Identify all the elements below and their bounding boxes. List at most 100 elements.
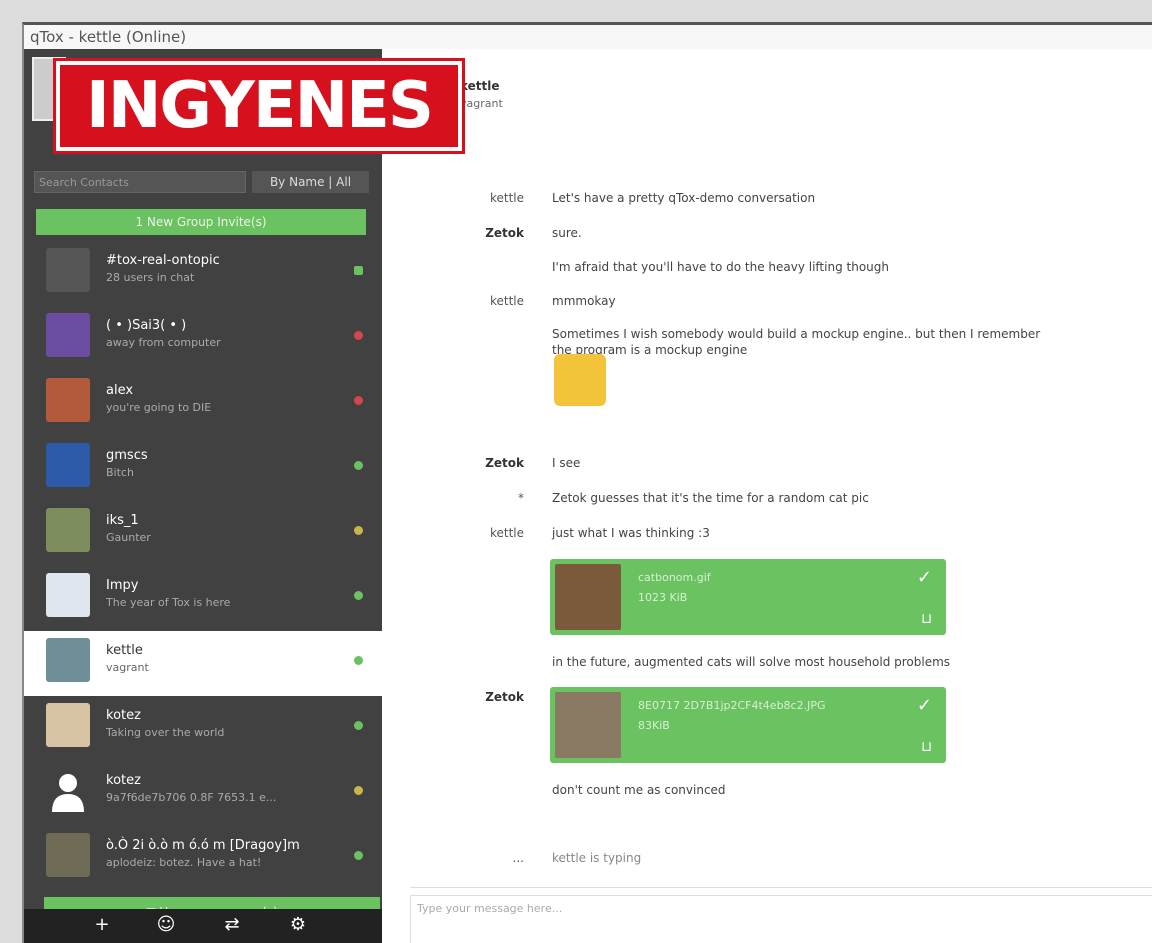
friend-name: kettle — [106, 643, 143, 658]
message-text: in the future, augmented cats will solve… — [552, 655, 951, 669]
friend-status: 28 users in chat — [106, 271, 195, 284]
friend-item[interactable]: Impy The year of Tox is here — [24, 566, 382, 631]
open-folder-icon[interactable]: ⊔ — [921, 739, 932, 755]
main-window: qTox - kettle (Online) Search Contacts B… — [22, 22, 1152, 943]
avatar — [46, 638, 90, 682]
file-transfer[interactable]: catbonom.gif 1023 KiB ✓ ⊔ — [550, 559, 946, 635]
friend-name: kotez — [106, 773, 141, 788]
friend-list: #tox-real-ontopic 28 users in chat ( • )… — [24, 241, 382, 891]
file-size: 83KiB — [638, 719, 670, 732]
file-name: 8E0717 2D7B1jp2CF4t4eb8c2.JPG — [638, 699, 826, 712]
friend-item[interactable]: kotez 9a7f6de7b706 0.8F 7653.1 e... — [24, 761, 382, 826]
friend-item[interactable]: ( • )Sai3( • ) away from computer — [24, 306, 382, 371]
message-author: kettle — [489, 294, 524, 308]
friend-item[interactable]: alex you're going to DIE — [24, 371, 382, 436]
message-text: Zetok guesses that it's the time for a r… — [552, 491, 869, 505]
status-dot-icon — [354, 266, 363, 275]
friend-item[interactable]: #tox-real-ontopic 28 users in chat — [24, 241, 382, 306]
friend-name: Impy — [106, 578, 139, 593]
avatar — [46, 313, 90, 357]
friend-name: ò.Ò 2i ò.ò m ó.ó m [Dragoy]m — [106, 838, 300, 853]
message-text: Sometimes I wish somebody would build a … — [552, 327, 1041, 341]
search-input[interactable]: Search Contacts — [34, 171, 246, 193]
friend-name: kotez — [106, 708, 141, 723]
message-author: kettle — [489, 526, 524, 540]
settings-icon[interactable]: ⚙ — [286, 914, 310, 935]
message-text: just what I was thinking :3 — [552, 526, 710, 540]
friend-item-selected[interactable]: kettle vagrant — [24, 631, 382, 696]
file-size: 1023 KiB — [638, 591, 688, 604]
message-text: I see — [552, 456, 581, 470]
status-dot-icon — [354, 591, 363, 600]
status-dot-icon — [354, 396, 363, 405]
message-author: * — [518, 491, 524, 505]
friend-name: alex — [106, 383, 134, 398]
message-text: don't count me as convinced — [552, 783, 726, 797]
friend-name: #tox-real-ontopic — [106, 253, 220, 268]
friend-item[interactable]: ò.Ò 2i ò.ò m ó.ó m [Dragoy]m aplodeiz: b… — [24, 826, 382, 891]
typing-notification: kettle is typing — [552, 851, 642, 865]
status-dot-icon — [354, 656, 363, 665]
sidebar-bottom-bar: + ☺ ⇄ ⚙ — [24, 909, 382, 943]
file-transfer[interactable]: 8E0717 2D7B1jp2CF4t4eb8c2.JPG 83KiB ✓ ⊔ — [550, 687, 946, 763]
sidebar: Search Contacts By Name | All 1 New Grou… — [24, 49, 382, 943]
friend-item[interactable]: kotez Taking over the world — [24, 696, 382, 761]
message-author: kettle — [489, 191, 524, 205]
message-text: mmmokay — [552, 294, 616, 308]
status-dot-icon — [354, 526, 363, 535]
friend-status: 9a7f6de7b706 0.8F 7653.1 e... — [106, 791, 277, 804]
avatar — [46, 703, 90, 747]
friend-status: aplodeiz: botez. Have a hat! — [106, 856, 262, 869]
file-thumbnail — [555, 564, 621, 630]
friend-status: you're going to DIE — [106, 401, 212, 414]
avatar — [46, 508, 90, 552]
avatar — [46, 833, 90, 877]
chat-contact-name: kettle — [460, 79, 500, 93]
friend-item[interactable]: iks_1 Gaunter — [24, 501, 382, 566]
check-icon: ✓ — [916, 567, 932, 588]
open-folder-icon[interactable]: ⊔ — [921, 611, 932, 627]
message-author: Zetok — [485, 456, 524, 470]
message-author: Zetok — [485, 226, 524, 240]
sort-filter-button[interactable]: By Name | All — [252, 171, 369, 193]
avatar — [46, 443, 90, 487]
default-avatar-icon — [46, 768, 90, 812]
scream-emoji-icon — [554, 354, 606, 406]
add-icon[interactable]: + — [90, 914, 114, 935]
status-dot-icon — [354, 851, 363, 860]
input-divider — [410, 887, 1152, 888]
typing-indicator-icon: ... — [512, 851, 524, 865]
status-dot-icon — [354, 721, 363, 730]
avatar — [46, 573, 90, 617]
file-name: catbonom.gif — [638, 571, 711, 584]
friend-status: Taking over the world — [106, 726, 225, 739]
window-title: qTox - kettle (Online) — [24, 25, 1152, 49]
friend-status: The year of Tox is here — [106, 596, 231, 609]
status-dot-icon — [354, 786, 363, 795]
friend-status: Bitch — [106, 466, 134, 479]
ingyenes-banner: INGYENES — [53, 58, 465, 154]
chat-contact-status: vagrant — [460, 97, 503, 110]
message-text: I'm afraid that you'll have to do the he… — [552, 260, 889, 274]
friend-status: vagrant — [106, 661, 149, 674]
search-row: Search Contacts By Name | All — [34, 171, 369, 193]
message-author: Zetok — [485, 690, 524, 704]
friend-name: iks_1 — [106, 513, 139, 528]
friend-name: gmscs — [106, 448, 148, 463]
group-avatar — [46, 248, 90, 292]
message-input[interactable]: Type your message here... — [410, 895, 1152, 943]
avatar — [46, 378, 90, 422]
group-icon[interactable]: ☺ — [154, 914, 178, 935]
new-group-invite-button[interactable]: 1 New Group Invite(s) — [36, 209, 366, 235]
transfer-icon[interactable]: ⇄ — [220, 914, 244, 935]
message-text: sure. — [552, 226, 582, 240]
friend-status: away from computer — [106, 336, 221, 349]
status-dot-icon — [354, 331, 363, 340]
check-icon: ✓ — [916, 695, 932, 716]
friend-status: Gaunter — [106, 531, 151, 544]
friend-item[interactable]: gmscs Bitch — [24, 436, 382, 501]
friend-name: ( • )Sai3( • ) — [106, 318, 187, 333]
message-text: Let's have a pretty qTox-demo conversati… — [552, 191, 816, 205]
file-thumbnail — [555, 692, 621, 758]
chat-area: kettle vagrant kettle Let's have a prett… — [382, 49, 1152, 943]
